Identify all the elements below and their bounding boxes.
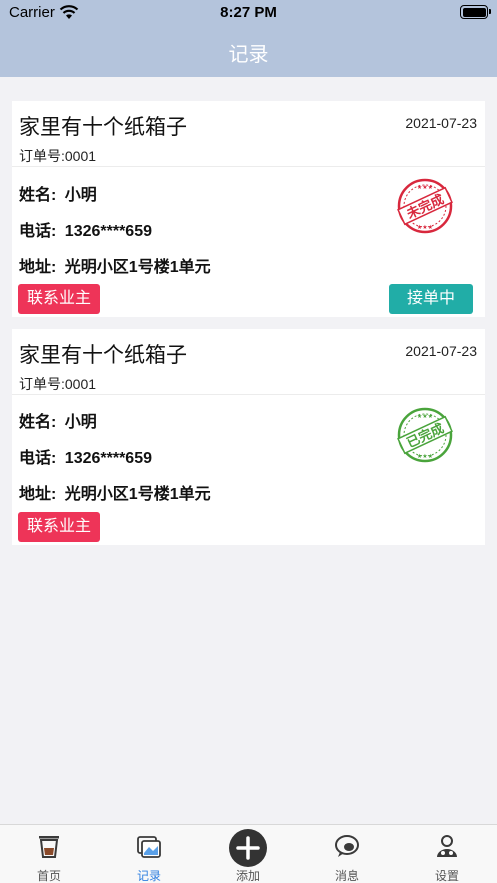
incomplete-stamp-icon: 未完成 ★★★ ★★★ — [397, 178, 453, 234]
nav-bar: 记录 — [0, 26, 497, 77]
svg-text:★★★: ★★★ — [417, 224, 433, 231]
tab-home[interactable]: 首页 — [9, 825, 89, 883]
tab-add[interactable]: 添加 — [208, 825, 288, 883]
phone-label: 电话: — [19, 450, 57, 467]
status-time: 8:27 PM — [220, 4, 277, 21]
page-title: 记录 — [228, 44, 269, 66]
order-date: 2021-07-23 — [405, 115, 477, 131]
contact-owner-button[interactable]: 联系业主 — [18, 512, 101, 542]
order-date: 2021-07-23 — [405, 343, 477, 359]
tab-records[interactable]: 记录 — [109, 825, 189, 883]
tab-settings[interactable]: 设置 — [407, 825, 487, 883]
home-cup-icon — [39, 836, 59, 858]
phone-row: 电话: 1326****659 — [19, 217, 152, 241]
completed-stamp-icon: 已完成 ★★★ ★★★ — [397, 407, 453, 463]
battery-icon — [460, 5, 491, 19]
address-row: 地址: 光明小区1号楼1单元 — [19, 253, 211, 277]
tab-bar: 首页 记录 添加 消息 设置 — [0, 824, 497, 883]
status-bar: Carrier 8:27 PM — [0, 0, 497, 26]
settings-user-icon — [437, 835, 457, 857]
owner-name: 小明 — [64, 414, 97, 431]
owner-name: 小明 — [64, 187, 97, 204]
address-label: 地址: — [19, 486, 57, 503]
order-card-header: 家里有十个纸箱子 2021-07-23 订单号:0001 — [12, 329, 485, 395]
svg-text:★★★: ★★★ — [417, 453, 433, 460]
address-value: 光明小区1号楼1单元 — [64, 486, 211, 503]
tab-home-label: 首页 — [36, 869, 61, 883]
tab-records-label: 记录 — [136, 869, 161, 883]
order-title: 家里有十个纸箱子 — [19, 344, 187, 367]
phone-value: 1326****659 — [64, 450, 152, 467]
svg-text:★★★: ★★★ — [417, 413, 433, 420]
tab-messages-label: 消息 — [334, 869, 359, 883]
phone-value: 1326****659 — [64, 223, 152, 240]
address-value: 光明小区1号楼1单元 — [64, 259, 211, 276]
stamp-text: 已完成 — [404, 420, 446, 451]
owner-name-row: 姓名: 小明 — [19, 181, 97, 205]
records-icon — [137, 836, 161, 858]
stamp-text: 未完成 — [403, 191, 446, 222]
tab-add-label: 添加 — [235, 869, 260, 883]
order-card[interactable]: 家里有十个纸箱子 2021-07-23 订单号:0001 姓名: 小明 电话: … — [12, 101, 485, 317]
order-title: 家里有十个纸箱子 — [19, 116, 187, 139]
phone-row: 电话: 1326****659 — [19, 444, 152, 468]
contact-owner-button[interactable]: 联系业主 — [18, 284, 101, 314]
owner-name-row: 姓名: 小明 — [19, 408, 97, 432]
address-row: 地址: 光明小区1号楼1单元 — [19, 480, 211, 504]
message-icon — [335, 835, 359, 857]
phone-label: 电话: — [19, 223, 57, 240]
add-icon — [229, 829, 267, 867]
svg-text:★★★: ★★★ — [417, 184, 433, 191]
tab-messages[interactable]: 消息 — [307, 825, 387, 883]
order-number: 订单号:0001 — [19, 376, 97, 392]
order-number: 订单号:0001 — [19, 148, 97, 164]
order-card[interactable]: 家里有十个纸箱子 2021-07-23 订单号:0001 姓名: 小明 电话: … — [12, 329, 485, 545]
name-label: 姓名: — [19, 414, 57, 431]
tab-settings-label: 设置 — [434, 869, 459, 883]
name-label: 姓名: — [19, 187, 57, 204]
order-card-header: 家里有十个纸箱子 2021-07-23 订单号:0001 — [12, 101, 485, 167]
accepting-order-button[interactable]: 接单中 — [389, 284, 473, 314]
address-label: 地址: — [19, 259, 57, 276]
